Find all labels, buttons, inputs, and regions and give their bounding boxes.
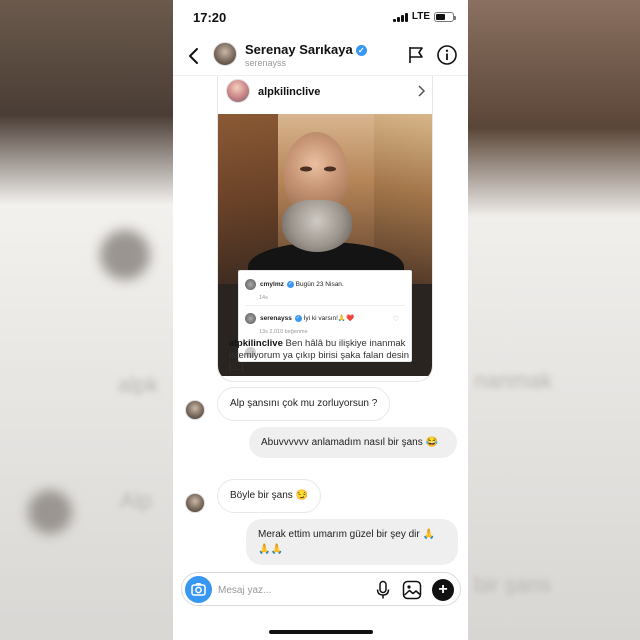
- shared-post-card[interactable]: alpkilinclive cmylmz ✓ Bugün 23 Nisan. 14…: [217, 76, 433, 382]
- comment-row: cmylmz ✓ Bugün 23 Nisan.: [245, 279, 344, 290]
- verified-badge-icon: ✓: [294, 315, 302, 323]
- status-indicators: LTE: [392, 11, 456, 22]
- comment-row: serenayss ✓ İyi ki varsın!🙏❤️: [245, 313, 354, 324]
- avatar: [245, 279, 256, 290]
- background-blur: nanmak: [474, 368, 553, 393]
- camera-button[interactable]: [185, 576, 212, 603]
- background-right: nanmak bir şans: [468, 0, 640, 640]
- avatar: [245, 313, 256, 324]
- status-bar: 17:20 LTE: [173, 0, 468, 36]
- message-composer: +: [181, 572, 461, 606]
- plus-icon[interactable]: +: [432, 579, 454, 601]
- network-label: LTE: [411, 11, 430, 22]
- image-person-eyes: [300, 166, 336, 172]
- message-incoming[interactable]: Böyle bir şans 😏: [217, 479, 322, 513]
- shared-post-image[interactable]: cmylmz ✓ Bugün 23 Nisan. 14s serenayss ✓ İ…: [218, 114, 432, 376]
- home-indicator[interactable]: [269, 630, 373, 634]
- comment-user: cmylmz: [260, 281, 284, 289]
- background-blur: bir şans: [474, 572, 552, 597]
- avatar[interactable]: [185, 400, 205, 420]
- flag-icon[interactable]: [406, 45, 426, 65]
- background-blur: alpk: [118, 372, 159, 397]
- image-person-beard: [282, 200, 352, 252]
- chevron-left-icon[interactable]: [183, 44, 205, 68]
- contact-name: Serenay Sarıkaya: [245, 42, 353, 57]
- info-icon[interactable]: [436, 44, 458, 66]
- avatar[interactable]: [185, 493, 205, 513]
- heart-icon: ♡: [392, 316, 399, 323]
- shared-post-header[interactable]: alpkilinclive: [218, 76, 432, 108]
- comment-text: İyi ki varsın!🙏❤️: [303, 315, 355, 323]
- message-incoming[interactable]: Alp şansını çok mu zorluyorsun ?: [217, 387, 391, 421]
- message-input[interactable]: [218, 581, 368, 599]
- camera-icon: [191, 583, 206, 596]
- comment-meta: 13s 2.010 beğenme: [259, 329, 308, 335]
- verified-badge-icon: ✓: [286, 281, 294, 289]
- microphone-icon[interactable]: [374, 580, 392, 600]
- divider: [245, 305, 405, 306]
- status-time: 17:20: [193, 10, 227, 25]
- chat-header: Serenay Sarıkaya ✓ serenayss: [173, 36, 468, 76]
- comment-meta: 14s: [259, 295, 268, 301]
- background-blur: Alp: [120, 488, 152, 513]
- shared-post-caption: alpkilinclive Ben hâlâ bu ilişkiye inanm…: [229, 338, 425, 374]
- chevron-right-icon: [418, 85, 426, 97]
- avatar[interactable]: [213, 42, 237, 66]
- shared-post-username: alpkilinclive: [258, 86, 321, 98]
- caption-user: alpkilinclive: [229, 338, 283, 349]
- message-outgoing[interactable]: Abuvvvvvv anlamadım nasıl bir şans 😂: [249, 427, 457, 458]
- background-blur: [28, 490, 72, 534]
- message-outgoing[interactable]: Merak ettim umarım güzel bir şey dir 🙏🙏🙏: [246, 519, 458, 565]
- phone-screen: 17:20 LTE Serenay Sarıkaya ✓ serenayss a…: [173, 0, 468, 640]
- caption-more[interactable]: […]: [229, 362, 244, 373]
- background-blur: [100, 230, 150, 280]
- gallery-icon[interactable]: [402, 580, 422, 600]
- verified-badge-icon: ✓: [355, 45, 367, 56]
- battery-icon: [434, 11, 456, 22]
- contact-username: serenayss: [245, 58, 287, 68]
- contact-name-row[interactable]: Serenay Sarıkaya ✓: [245, 42, 367, 57]
- comment-user: serenayss: [260, 315, 292, 323]
- comment-text: Bugün 23 Nisan.: [295, 281, 344, 289]
- background-left: alpk Alp: [0, 0, 173, 640]
- signal-icon: [392, 12, 408, 22]
- avatar: [226, 79, 250, 103]
